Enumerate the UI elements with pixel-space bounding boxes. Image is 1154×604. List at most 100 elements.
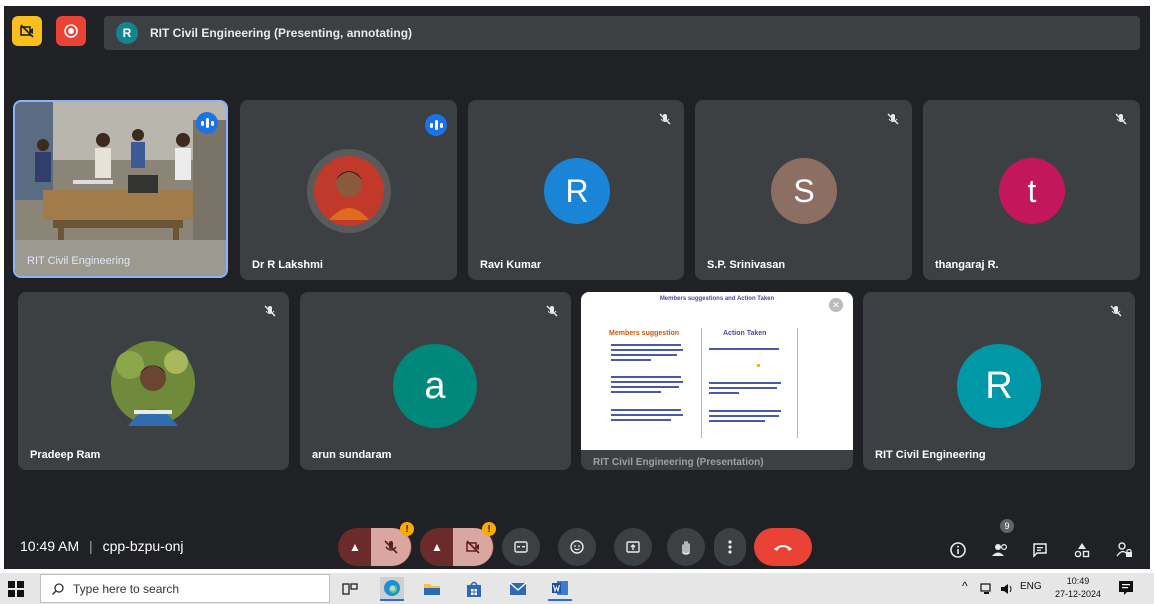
word-icon xyxy=(552,581,568,595)
network-icon[interactable] xyxy=(980,583,994,595)
mic-muted-icon xyxy=(264,305,276,317)
participant-name: Dr R Lakshmi xyxy=(252,259,323,271)
show-hidden-icons-button[interactable]: ^ xyxy=(962,579,968,593)
mic-muted-icon xyxy=(1115,113,1127,125)
people-button[interactable] xyxy=(990,540,1010,560)
present-button[interactable] xyxy=(614,528,652,566)
start-button[interactable] xyxy=(8,581,24,597)
info-icon xyxy=(950,542,966,558)
camera-warning-badge: ! xyxy=(482,522,496,536)
avatar: R xyxy=(544,158,610,224)
meeting-clock: 10:49 AM | cpp-bzpu-onj xyxy=(20,538,184,554)
leave-call-button[interactable] xyxy=(754,528,812,566)
presentation-label: RIT Civil Engineering (Presenting, annot… xyxy=(150,26,413,40)
participant-tile-srinivasan[interactable]: S S.P. Srinivasan xyxy=(695,100,912,280)
mic-muted-icon xyxy=(659,113,671,125)
task-view-icon xyxy=(342,583,358,595)
camera-off-icon xyxy=(466,540,480,554)
windows-logo-icon xyxy=(8,581,24,597)
meet-window: R RIT Civil Engineering (Presenting, ann… xyxy=(4,6,1150,569)
activities-button[interactable] xyxy=(1072,540,1092,560)
taskbar-mail-button[interactable] xyxy=(506,577,530,601)
taskbar-explorer-button[interactable] xyxy=(420,577,444,601)
participant-tile-rit-video[interactable]: RIT Civil Engineering xyxy=(13,100,228,278)
participant-tile-ravi[interactable]: R Ravi Kumar xyxy=(468,100,684,280)
avatar: R xyxy=(957,344,1041,428)
participant-name: Pradeep Ram xyxy=(30,449,101,461)
participant-name: RIT Civil Engineering xyxy=(875,449,986,461)
more-vertical-icon xyxy=(728,540,732,554)
recording-button[interactable] xyxy=(56,16,86,46)
participant-tile-thangaraj[interactable]: t thangaraj R. xyxy=(923,100,1140,280)
captions-icon xyxy=(514,541,528,553)
emoji-icon xyxy=(570,540,584,554)
speaking-indicator xyxy=(425,114,447,136)
meeting-info-button[interactable] xyxy=(948,540,968,560)
captions-button[interactable] xyxy=(502,528,540,566)
taskbar-edge-button[interactable] xyxy=(380,577,404,601)
input-language[interactable]: ENG xyxy=(1020,581,1042,592)
raise-hand-button[interactable] xyxy=(667,528,705,566)
more-options-button[interactable] xyxy=(714,528,746,566)
participant-name: RIT Civil Engineering (Presentation) xyxy=(593,457,764,468)
speaking-indicator xyxy=(196,112,218,134)
participant-tile-lakshmi[interactable]: Dr R Lakshmi xyxy=(240,100,457,280)
avatar: S xyxy=(771,158,837,224)
meeting-code: cpp-bzpu-onj xyxy=(102,538,184,554)
search-placeholder: Type here to search xyxy=(73,581,180,596)
edge-browser-icon xyxy=(384,580,400,596)
mail-icon xyxy=(509,582,527,595)
lock-person-icon xyxy=(1116,542,1132,557)
participant-name: RIT Civil Engineering xyxy=(27,255,131,267)
avatar: t xyxy=(999,158,1065,224)
taskbar-search-box[interactable]: Type here to search xyxy=(40,574,330,603)
windows-taskbar: Type here to search ^ ENG 10:49 27-12-20… xyxy=(0,573,1154,604)
mic-warning-badge: ! xyxy=(400,522,414,536)
participant-name: thangaraj R. xyxy=(935,259,999,271)
clock-date: 27-12-2024 xyxy=(1054,589,1102,599)
mic-off-icon xyxy=(384,540,398,554)
top-bar: R RIT Civil Engineering (Presenting, ann… xyxy=(4,6,1150,58)
presentation-tile[interactable]: Members suggestions and Action Taken ✕ M… xyxy=(581,292,853,470)
camera-options-button[interactable]: ▲ xyxy=(421,528,453,566)
clock-time: 10:49 xyxy=(1066,576,1090,586)
presentation-bar[interactable]: R RIT Civil Engineering (Presenting, ann… xyxy=(104,16,1140,50)
participant-tile-pradeep[interactable]: Pradeep Ram xyxy=(18,292,289,470)
host-controls-button[interactable] xyxy=(1114,540,1134,560)
chat-icon xyxy=(1033,543,1047,558)
taskbar-clock[interactable]: 10:49 27-12-2024 xyxy=(1052,575,1104,601)
task-view-button[interactable] xyxy=(338,577,362,601)
avatar: a xyxy=(393,344,477,428)
mic-muted-icon xyxy=(1110,305,1122,317)
time-label: 10:49 AM xyxy=(20,538,80,554)
store-icon xyxy=(467,581,481,597)
participant-tile-arun[interactable]: a arun sundaram xyxy=(300,292,571,470)
participant-tile-rit[interactable]: R RIT Civil Engineering xyxy=(863,292,1135,470)
people-count-badge: 9 xyxy=(1000,519,1014,533)
search-icon xyxy=(52,582,64,595)
mic-muted-icon xyxy=(887,113,899,125)
volume-icon[interactable] xyxy=(1000,583,1014,595)
camera-off-indicator-button[interactable] xyxy=(12,16,42,46)
chat-button[interactable] xyxy=(1030,540,1050,560)
folder-icon xyxy=(424,584,440,595)
participant-name: Ravi Kumar xyxy=(480,259,542,271)
people-icon xyxy=(992,543,1008,556)
profile-photo xyxy=(307,149,391,233)
end-call-icon xyxy=(774,545,792,551)
camera-off-icon xyxy=(20,24,34,38)
mic-muted-icon xyxy=(546,305,558,317)
chevron-up-icon: ▲ xyxy=(431,540,443,554)
chevron-up-icon: ▲ xyxy=(349,540,361,554)
profile-photo xyxy=(111,341,195,426)
chevron-up-icon: ^ xyxy=(962,579,968,593)
taskbar-store-button[interactable] xyxy=(462,577,486,601)
notification-icon xyxy=(1119,581,1133,595)
reactions-button[interactable] xyxy=(558,528,596,566)
taskbar-word-button[interactable] xyxy=(548,577,572,601)
participant-name: S.P. Srinivasan xyxy=(707,259,786,271)
mic-options-button[interactable]: ▲ xyxy=(339,528,371,566)
notifications-button[interactable] xyxy=(1118,580,1134,601)
hand-icon xyxy=(682,541,690,555)
slide-preview: Members suggestions and Action Taken ✕ M… xyxy=(581,292,853,450)
